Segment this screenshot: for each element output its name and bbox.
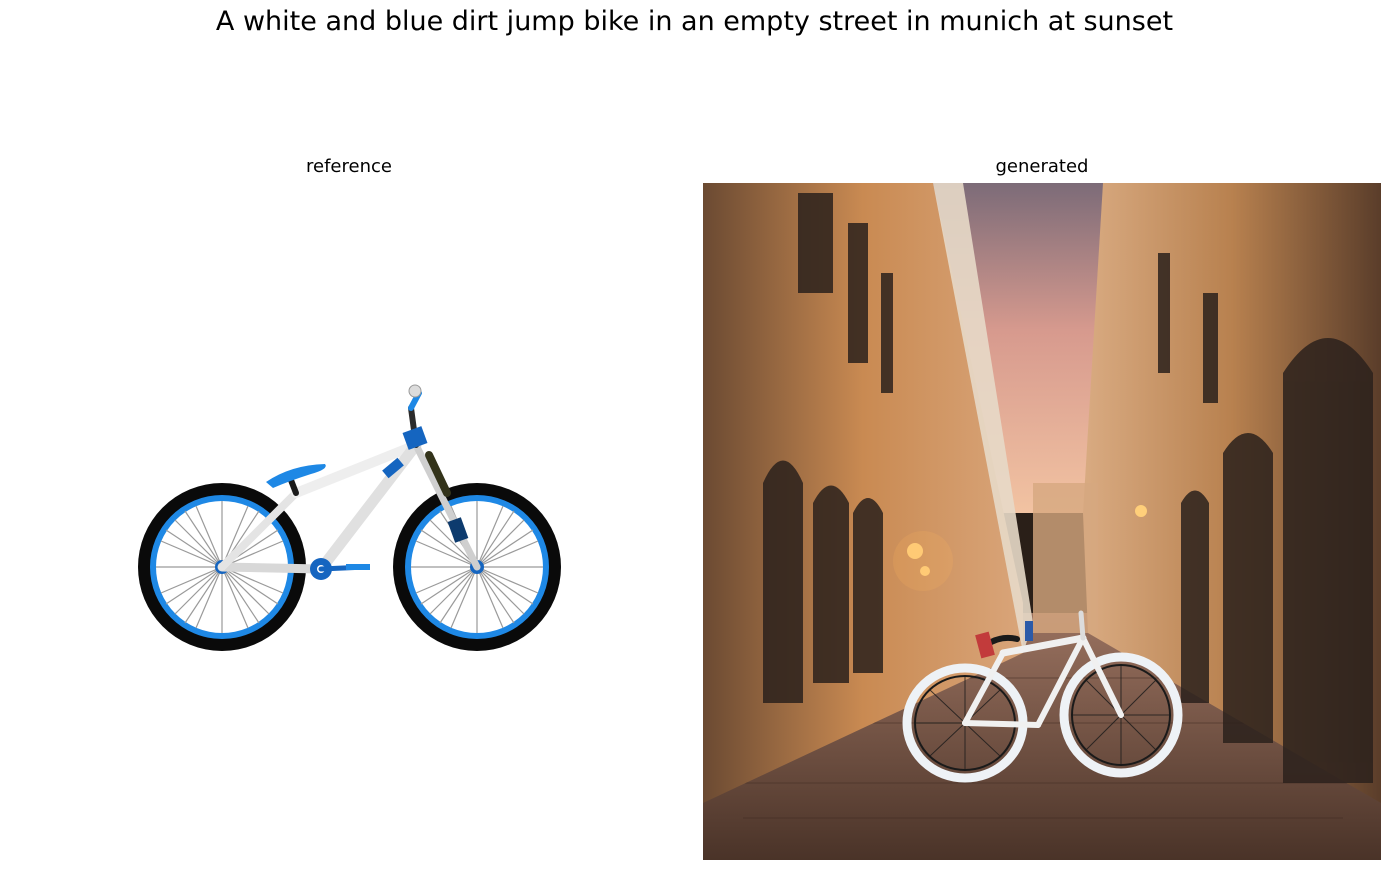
- reference-image: [11, 183, 689, 860]
- reference-panel-title: reference: [306, 156, 392, 177]
- generated-image: [703, 183, 1381, 860]
- generated-street-scene: [703, 183, 1381, 860]
- generated-panel-title: generated: [995, 156, 1089, 177]
- reference-bike-illustration: [138, 384, 561, 651]
- figure-title: A white and blue dirt jump bike in an em…: [215, 6, 1174, 37]
